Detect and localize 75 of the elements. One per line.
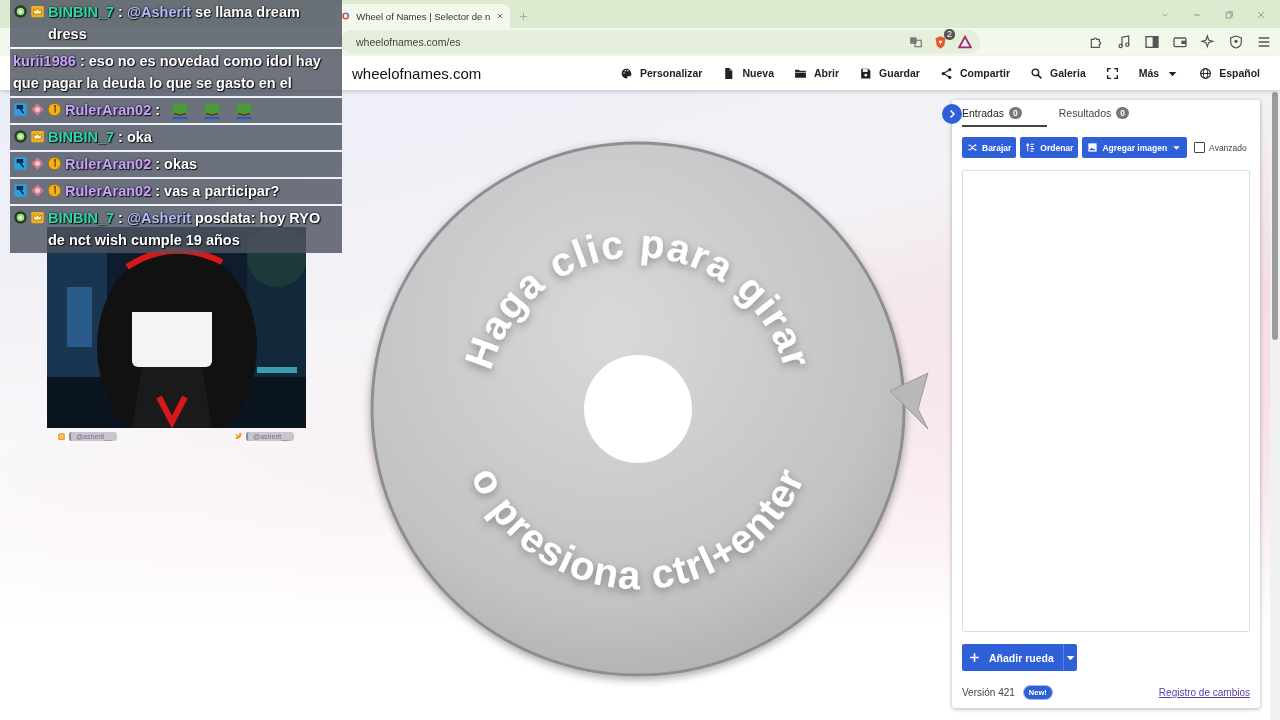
count-badge: 0 <box>1009 106 1022 119</box>
hammer-badge-icon <box>13 156 28 171</box>
add-wheel-button[interactable]: Añadir rueda <box>962 644 1063 671</box>
flower-badge-icon <box>13 210 28 225</box>
menu-button[interactable]: Español <box>1199 64 1260 82</box>
panel-tab[interactable]: Resultados 0 <box>1046 100 1142 127</box>
crown-badge-icon <box>30 4 45 19</box>
more-menu-button[interactable]: Más <box>1138 64 1180 82</box>
version-text: Versión 421 <box>962 687 1015 698</box>
advanced-checkbox[interactable]: Avanzado <box>1194 142 1247 153</box>
pointer-icon <box>889 372 929 430</box>
chat-message: RulerAran02 : okas <box>65 155 199 174</box>
toolbar-button[interactable]: Ordenar <box>1020 137 1079 158</box>
search-icon <box>1030 66 1044 80</box>
coin-badge-icon <box>47 183 62 198</box>
gem-badge-icon <box>30 183 45 198</box>
tab-title: Wheel of Names | Selector de n <box>356 10 491 22</box>
floppy-icon <box>859 66 873 80</box>
toolbar-button[interactable]: Agregar imagen <box>1082 137 1188 158</box>
camera-icon <box>57 432 66 441</box>
crown-badge-icon <box>30 210 45 225</box>
chat-message: BINBIN_7 : oka <box>48 128 153 147</box>
frog-emote-icon <box>234 100 255 120</box>
hammer-badge-icon <box>13 183 28 198</box>
sparkle-icon[interactable] <box>1200 34 1216 50</box>
puzzle-icon[interactable] <box>1088 34 1104 50</box>
plus-icon <box>968 651 981 664</box>
hammer-badge-icon <box>13 102 28 117</box>
triangle-icon[interactable] <box>958 35 972 49</box>
shuffle-icon <box>967 142 978 153</box>
scrollbar-thumb[interactable] <box>1272 92 1278 340</box>
chat-message: BINBIN_7 : @Asherit posdata: hoy RYO de nct wish cumple 19 años <box>48 209 322 250</box>
menu-button[interactable]: Compartir <box>939 64 1011 82</box>
chat-message: RulerAran02 : <box>65 101 161 120</box>
bird-icon <box>234 432 244 441</box>
lion-shield-icon[interactable] <box>933 34 948 50</box>
music-note-icon[interactable] <box>1116 34 1132 50</box>
close-icon[interactable] <box>496 11 504 21</box>
translate-icon[interactable] <box>909 35 923 49</box>
panel-tab[interactable]: Entradas 0 <box>962 100 1047 127</box>
url-text: wheelofnames.com/es <box>356 36 462 48</box>
frog-emote-icon <box>170 100 191 120</box>
share-icon <box>939 66 953 80</box>
chat-message: kurii1986 : eso no es novedad como idol hay que pagar la deuda lo que se gasto en el <box>13 52 322 93</box>
wallet-icon[interactable] <box>1172 34 1188 50</box>
address-bar[interactable]: wheelofnames.com/es 2 <box>340 30 980 54</box>
globe-icon <box>1199 66 1213 80</box>
flower-badge-icon <box>13 4 28 19</box>
palette-icon <box>620 66 633 80</box>
menu-button[interactable]: Galeria <box>1030 64 1086 82</box>
fullscreen-icon <box>1105 66 1119 80</box>
shield-count-badge: 2 <box>944 28 955 40</box>
coin-badge-icon <box>47 156 62 171</box>
coin-badge-icon <box>47 102 62 117</box>
menu-button[interactable]: Abrir <box>793 64 840 82</box>
menu-button[interactable]: Guardar <box>859 64 920 82</box>
sort-icon <box>1025 142 1037 153</box>
gem-badge-icon <box>30 102 45 117</box>
wheel-logo-icon <box>341 10 351 22</box>
site-logo-text[interactable]: wheelofnames.com <box>352 64 482 82</box>
menu-button[interactable]: Personalizar <box>620 64 703 82</box>
crown-badge-icon <box>30 129 45 144</box>
collapse-button[interactable] <box>942 104 962 124</box>
gem-badge-icon <box>30 156 45 171</box>
count-badge: 0 <box>1116 106 1130 119</box>
image-icon <box>1087 142 1099 153</box>
changelog-link[interactable]: Registro de cambios <box>1158 687 1250 698</box>
chat-message: RulerAran02 : vas a participar? <box>65 182 281 201</box>
shield-icon[interactable] <box>1228 34 1244 50</box>
frog-emote-icon <box>202 100 223 120</box>
menu-button[interactable]: Nueva <box>722 64 774 82</box>
flower-badge-icon <box>13 129 28 144</box>
toolbar-button[interactable]: Barajar <box>962 137 1017 158</box>
menu-icon[interactable] <box>1256 34 1272 50</box>
sidebar-icon[interactable] <box>1144 34 1160 50</box>
